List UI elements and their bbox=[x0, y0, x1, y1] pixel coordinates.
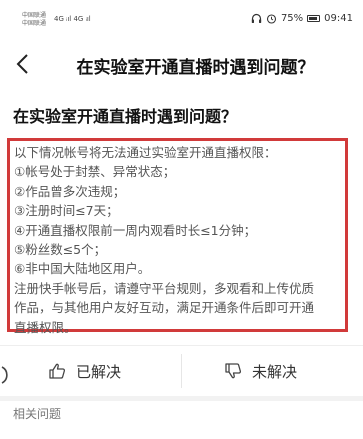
carrier-1: 中国联通 bbox=[22, 12, 47, 19]
content-line: ②作品曾多次违规； bbox=[14, 183, 126, 199]
signal-icon: 4G ᵢıl 4G ᵢıl bbox=[54, 15, 91, 23]
content-line: ③注册时间≤7天； bbox=[14, 203, 119, 219]
chevron-left-icon[interactable] bbox=[14, 52, 34, 76]
alarm-icon bbox=[266, 14, 276, 24]
button-divider bbox=[181, 354, 182, 388]
related-questions-heading: 相关问题 bbox=[13, 407, 62, 421]
content-line: 作品，与其他用户友好互动，满足开通条件后即可开通 bbox=[14, 300, 315, 316]
article-content: 以下情况帐号将无法通过实验室开通直播权限： ①帐号处于封禁、异常状态； ②作品曾… bbox=[7, 138, 348, 335]
solved-button[interactable]: 已解决 bbox=[48, 346, 121, 396]
thumbs-down-icon bbox=[225, 363, 242, 379]
carrier-2: 中国联通 bbox=[22, 20, 47, 27]
status-right: 75% 09:41 bbox=[251, 13, 353, 24]
battery-percent: 75% bbox=[280, 13, 304, 24]
content-line: ⑤粉丝数≤5个； bbox=[14, 242, 107, 258]
carrier-info: 中国联通 中国联通 bbox=[22, 12, 46, 28]
unsolved-label: 未解决 bbox=[252, 362, 298, 381]
unsolved-button[interactable]: 未解决 bbox=[224, 346, 297, 396]
content-line: ④开通直播权限前一周内观看时长≤1分钟； bbox=[14, 222, 257, 238]
edge-handle-icon bbox=[1, 366, 8, 384]
content-line: ⑥非中国大陆地区用户。 bbox=[14, 261, 151, 277]
article-heading: 在实验室开通直播时遇到问题？ bbox=[13, 107, 238, 126]
status-bar: 中国联通 中国联通 4G ᵢıl 4G ᵢıl 75% 09:41 bbox=[0, 0, 363, 40]
thumbs-up-icon bbox=[49, 363, 66, 379]
solved-label: 已解决 bbox=[76, 362, 122, 381]
battery-icon bbox=[307, 15, 321, 22]
clock-time: 09:41 bbox=[324, 13, 353, 24]
content-line: 以下情况帐号将无法通过实验室开通直播权限： bbox=[14, 145, 277, 160]
page-title: 在实验室开通直播时遇到问题？ bbox=[76, 58, 315, 78]
content-line: 注册快手帐号后，请遵守平台规则，多观看和上传优质 bbox=[14, 280, 315, 296]
headphone-icon bbox=[251, 13, 262, 23]
section-separator bbox=[0, 396, 363, 401]
content-line: 直播权限。 bbox=[14, 319, 77, 335]
content-line: ①帐号处于封禁、异常状态； bbox=[14, 164, 176, 180]
